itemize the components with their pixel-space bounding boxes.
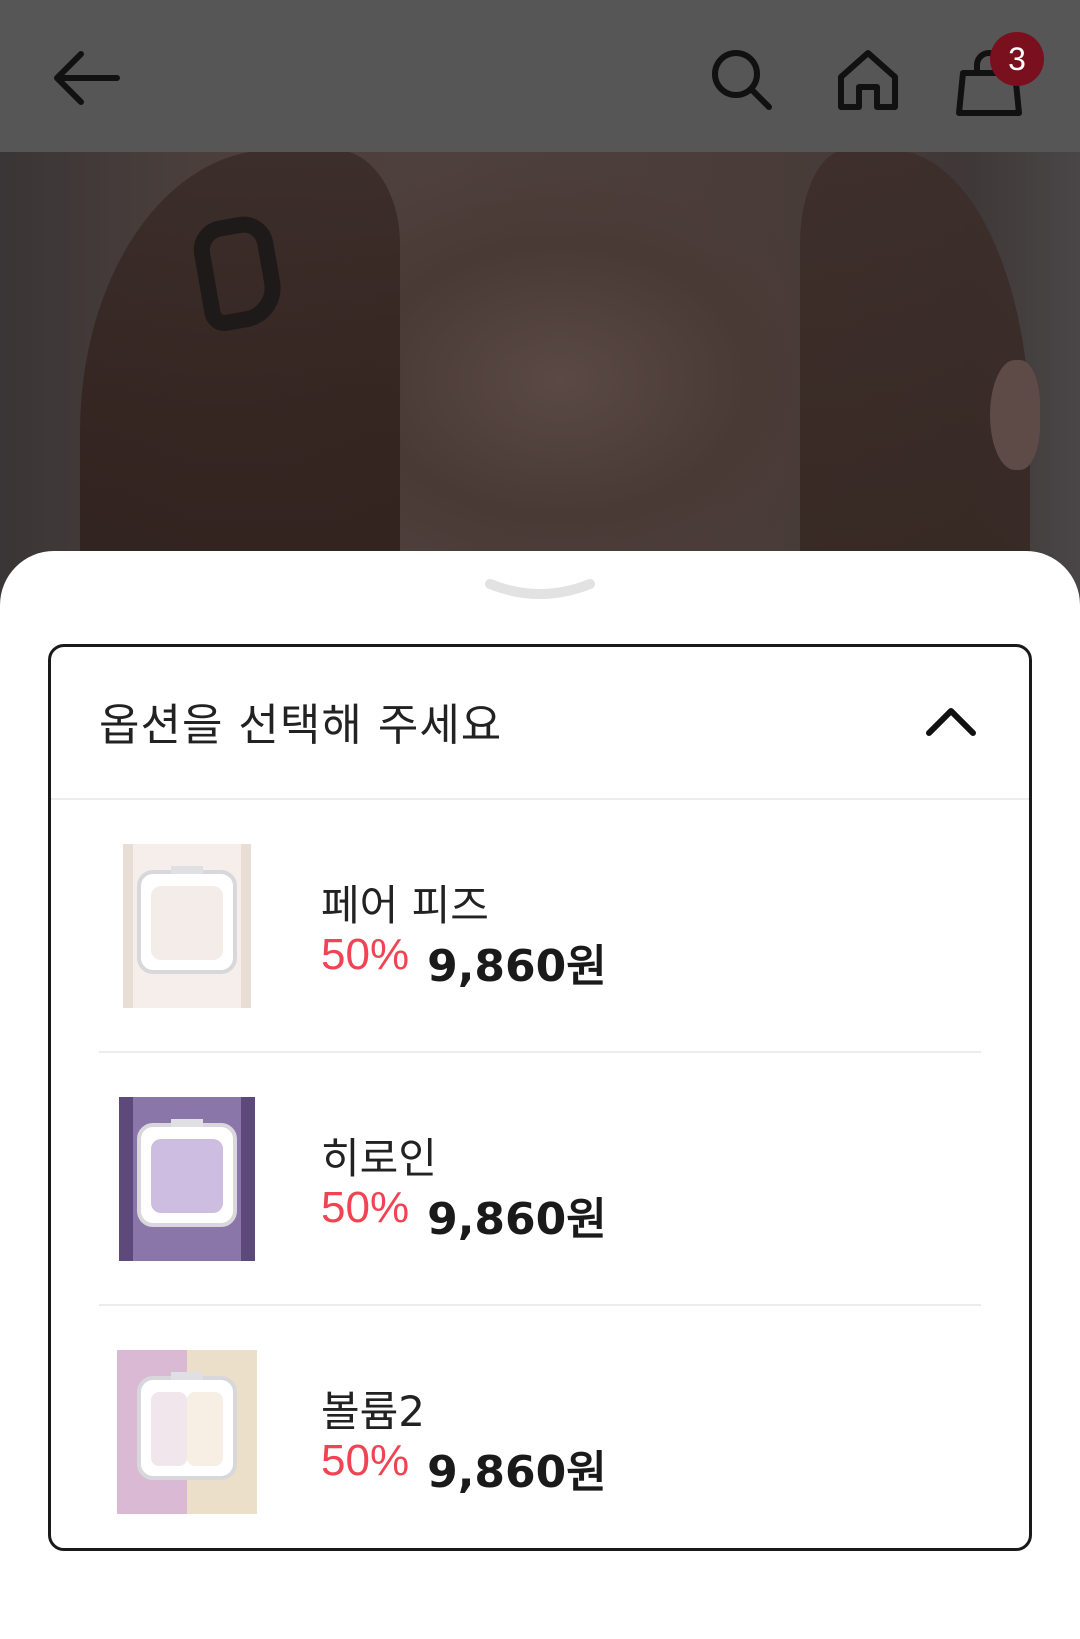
sale-price: 9,860원	[427, 1447, 607, 1498]
search-button[interactable]	[700, 38, 784, 122]
cart-button[interactable]: 3	[950, 30, 1050, 122]
chevron-down-handle-icon	[485, 579, 595, 599]
cart-count-badge: 3	[990, 32, 1044, 86]
chevron-up-icon	[926, 708, 976, 736]
option-item-price-row: 50% 9,860원	[321, 1183, 607, 1247]
option-item-name: 페어 피즈	[321, 881, 489, 930]
hero-ear	[990, 360, 1040, 470]
sale-price: 9,860원	[427, 941, 607, 992]
collapse-button[interactable]	[921, 691, 981, 751]
option-select-header[interactable]: 옵션을 선택해 주세요	[51, 647, 1029, 800]
home-button[interactable]	[826, 38, 910, 122]
discount-rate: 50%	[321, 1183, 410, 1232]
option-item-price-row: 50% 9,860원	[321, 930, 607, 994]
option-select-title: 옵션을 선택해 주세요	[99, 700, 503, 751]
sale-price: 9,860원	[427, 1194, 607, 1245]
option-item-name: 히로인	[321, 1134, 437, 1183]
back-button[interactable]	[40, 38, 130, 118]
option-bottom-sheet: 옵션을 선택해 주세요 페어 피즈 50% 9,860원 히로인 50% 9,8…	[0, 551, 1080, 1639]
discount-rate: 50%	[321, 930, 410, 979]
eyeshadow-thumbnail	[123, 844, 251, 1008]
search-icon	[712, 50, 772, 110]
option-item-name: 볼륨2	[321, 1387, 426, 1436]
option-item[interactable]: 볼륨2 50% 9,860원	[99, 1304, 981, 1548]
option-item[interactable]: 히로인 50% 9,860원	[99, 1051, 981, 1304]
sheet-handle[interactable]	[484, 576, 596, 612]
eyeshadow-thumbnail	[119, 1097, 255, 1261]
discount-rate: 50%	[321, 1436, 410, 1485]
back-arrow-icon	[54, 51, 120, 105]
option-item-price-row: 50% 9,860원	[321, 1436, 607, 1500]
top-app-bar: 3	[0, 0, 1080, 152]
option-select-box: 옵션을 선택해 주세요 페어 피즈 50% 9,860원 히로인 50% 9,8…	[48, 644, 1032, 1551]
home-icon	[838, 50, 898, 110]
option-item[interactable]: 페어 피즈 50% 9,860원	[99, 800, 981, 1051]
eyeshadow-thumbnail	[117, 1350, 257, 1514]
